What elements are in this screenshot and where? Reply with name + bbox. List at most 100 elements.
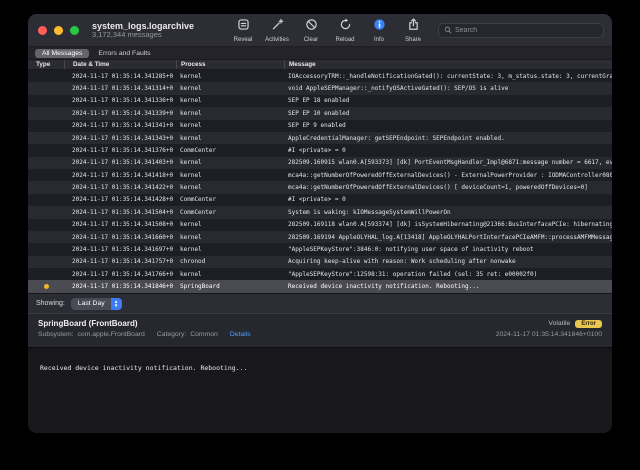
- log-level-cell: [28, 136, 64, 141]
- log-time-cell: 2024-11-17 01:35:14.341418+0: [64, 172, 176, 179]
- column-header-type[interactable]: Type: [28, 60, 64, 69]
- log-process-cell: kernel: [176, 172, 284, 179]
- log-level-cell: [28, 123, 64, 128]
- table-header: Type Date & Time Process Message: [28, 60, 612, 70]
- log-table: 2024-11-17 01:35:14.341285+0 kernel IOAc…: [28, 70, 612, 293]
- log-time-cell: 2024-11-17 01:35:14.341343+0: [64, 135, 176, 142]
- log-message-cell: Received device inactivity notification.…: [284, 283, 612, 290]
- reveal-button[interactable]: Reveal: [228, 18, 258, 43]
- log-level-cell: [28, 247, 64, 252]
- tab-all-messages[interactable]: All Messages: [35, 49, 89, 58]
- log-time-cell: 2024-11-17 01:35:14.341846+0: [64, 283, 176, 290]
- table-row[interactable]: 2024-11-17 01:35:14.341341+0 kernel SEP …: [28, 120, 612, 132]
- showing-dropdown[interactable]: Last Day ▲▼: [71, 298, 122, 310]
- table-row[interactable]: 2024-11-17 01:35:14.341403+0 kernel 2825…: [28, 157, 612, 169]
- category-label: Category:: [157, 331, 186, 338]
- log-time-cell: 2024-11-17 01:35:14.341341+0: [64, 122, 176, 129]
- reveal-icon: [237, 18, 250, 36]
- table-row[interactable]: 2024-11-17 01:35:14.341285+0 kernel IOAc…: [28, 70, 612, 82]
- log-level-cell: [28, 173, 64, 178]
- log-level-cell: [28, 235, 64, 240]
- log-message-cell: SEP EP 18 enabled: [284, 97, 612, 104]
- log-message-cell: void AppleSEPManager::_notifyOSActiveGat…: [284, 85, 612, 92]
- tab-bar: All Messages Errors and Faults: [28, 47, 612, 60]
- log-level-cell: [28, 98, 64, 103]
- log-level-cell: [28, 210, 64, 215]
- table-row[interactable]: 2024-11-17 01:35:14.341376+0 CommCenter …: [28, 144, 612, 156]
- minimize-button[interactable]: [54, 26, 63, 35]
- clear-button[interactable]: Clear: [296, 18, 326, 43]
- category-value: Common: [190, 331, 218, 338]
- log-process-cell: kernel: [176, 246, 284, 253]
- log-time-cell: 2024-11-17 01:35:14.341339+0: [64, 110, 176, 117]
- table-row[interactable]: 2024-11-17 01:35:14.341314+0 kernel void…: [28, 82, 612, 94]
- log-level-cell: [28, 86, 64, 91]
- info-label: Info: [374, 37, 384, 43]
- log-message-cell: Acquiring keep-alive with reason: Work s…: [284, 258, 612, 265]
- search-field[interactable]: [438, 23, 604, 38]
- subsystem-label: Subsystem:: [38, 331, 74, 338]
- share-button[interactable]: Share: [398, 18, 428, 43]
- subsystem-value: com.apple.FrontBoard: [78, 331, 145, 338]
- log-level-cell: [28, 148, 64, 153]
- column-header-message[interactable]: Message: [284, 60, 612, 69]
- detail-title: SpringBoard (FrontBoard): [38, 319, 548, 328]
- table-row[interactable]: 2024-11-17 01:35:14.341339+0 kernel SEP …: [28, 107, 612, 119]
- table-row[interactable]: 2024-11-17 01:35:14.341766+0 kernel "App…: [28, 268, 612, 280]
- message-count: 3,172,344 messages: [92, 31, 194, 40]
- reload-button[interactable]: Reload: [330, 18, 360, 43]
- info-icon: [373, 18, 386, 36]
- activities-button[interactable]: Activities: [262, 18, 292, 43]
- search-icon: [444, 21, 452, 39]
- log-message-cell: #I <private> = 0: [284, 147, 612, 154]
- log-message-cell: IOAccessoryTRM::_handleNotificationGated…: [284, 73, 612, 80]
- log-time-cell: 2024-11-17 01:35:14.341403+0: [64, 159, 176, 166]
- log-process-cell: kernel: [176, 271, 284, 278]
- table-row[interactable]: 2024-11-17 01:35:14.341418+0 kernel mca4…: [28, 169, 612, 181]
- log-time-cell: 2024-11-17 01:35:14.341376+0: [64, 147, 176, 154]
- search-input[interactable]: [455, 27, 598, 34]
- titlebar: system_logs.logarchive 3,172,344 message…: [28, 14, 612, 47]
- log-time-cell: 2024-11-17 01:35:14.341660+0: [64, 234, 176, 241]
- table-row[interactable]: 2024-11-17 01:35:14.341660+0 kernel 2825…: [28, 231, 612, 243]
- table-row[interactable]: 2024-11-17 01:35:14.341846+0 SpringBoard…: [28, 280, 612, 292]
- dropdown-stepper-icon: ▲▼: [111, 298, 122, 310]
- column-header-datetime[interactable]: Date & Time: [64, 60, 176, 69]
- log-message-cell: AppleCredentialManager: getSEPEndpoint: …: [284, 135, 612, 142]
- column-header-process[interactable]: Process: [176, 60, 284, 69]
- window-title-block: system_logs.logarchive 3,172,344 message…: [92, 21, 194, 40]
- log-time-cell: 2024-11-17 01:35:14.341508+0: [64, 221, 176, 228]
- table-row[interactable]: 2024-11-17 01:35:14.341422+0 kernel mca4…: [28, 181, 612, 193]
- toolbar: Reveal Activities Clear Reload: [228, 18, 428, 43]
- log-message-cell: #I <private> = 0: [284, 196, 612, 203]
- log-level-cell: [28, 160, 64, 165]
- tab-errors-and-faults[interactable]: Errors and Faults: [98, 50, 150, 57]
- showing-value: Last Day: [78, 300, 105, 307]
- table-row[interactable]: 2024-11-17 01:35:14.341508+0 kernel 2825…: [28, 219, 612, 231]
- info-button[interactable]: Info: [364, 18, 394, 43]
- console-window: system_logs.logarchive 3,172,344 message…: [28, 14, 612, 433]
- close-button[interactable]: [38, 26, 47, 35]
- log-level-cell: [28, 272, 64, 277]
- log-message-cell: mca4a::getNumberOfPoweredOffExternalDevi…: [284, 172, 612, 179]
- log-message-cell: SEP EP 10 enabled: [284, 110, 612, 117]
- detail-message: Received device inactivity notification.…: [40, 364, 600, 372]
- table-row[interactable]: 2024-11-17 01:35:14.341336+0 kernel SEP …: [28, 95, 612, 107]
- traffic-lights: [38, 26, 79, 35]
- table-row[interactable]: 2024-11-17 01:35:14.341697+0 kernel "App…: [28, 243, 612, 255]
- log-process-cell: kernel: [176, 221, 284, 228]
- log-message-cell: 282509.169194 AppleOLYHAL_log.A[13418] A…: [284, 234, 612, 241]
- table-row[interactable]: 2024-11-17 01:35:14.341343+0 kernel Appl…: [28, 132, 612, 144]
- log-message-cell: SEP EP 9 enabled: [284, 122, 612, 129]
- log-time-cell: 2024-11-17 01:35:14.341336+0: [64, 97, 176, 104]
- log-process-cell: kernel: [176, 73, 284, 80]
- log-process-cell: kernel: [176, 135, 284, 142]
- table-row[interactable]: 2024-11-17 01:35:14.341504+0 CommCenter …: [28, 206, 612, 218]
- log-message-cell: System is waking: kIOMessageSystemWillPo…: [284, 209, 612, 216]
- zoom-button[interactable]: [70, 26, 79, 35]
- table-row[interactable]: 2024-11-17 01:35:14.341757+0 chronod Acq…: [28, 256, 612, 268]
- table-row[interactable]: 2024-11-17 01:35:14.341428+0 CommCenter …: [28, 194, 612, 206]
- volatile-label: Volatile: [548, 320, 570, 327]
- log-process-cell: CommCenter: [176, 147, 284, 154]
- details-link[interactable]: Details: [230, 331, 251, 338]
